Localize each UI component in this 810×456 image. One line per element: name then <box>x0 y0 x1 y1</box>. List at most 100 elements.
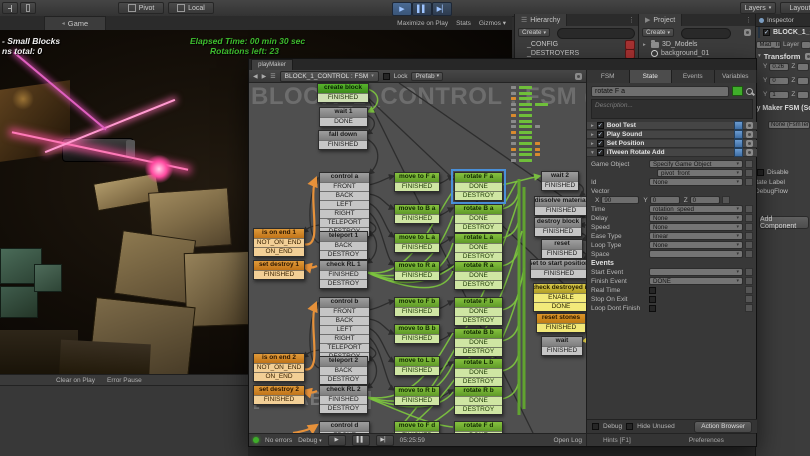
fsm-transition-done[interactable]: DONE <box>534 302 586 311</box>
panel-tab-events[interactable]: Events <box>672 70 715 83</box>
fsm-transition-finished[interactable]: FINISHED <box>320 395 367 404</box>
field-mini-button[interactable] <box>745 160 753 168</box>
fsm-node-move-to-R-b[interactable]: move to R b FINISHED <box>394 386 440 406</box>
fsm-transition-finished[interactable]: FINISHED <box>542 249 582 258</box>
gameobject-name[interactable]: BLOCK_1_CONTROL <box>773 29 810 36</box>
fsm-transition-right[interactable]: RIGHT <box>320 209 369 218</box>
pivot-button[interactable]: Pivot <box>118 2 164 14</box>
fsm-transition-finished[interactable]: FINISHED <box>254 395 304 404</box>
layer-dropdown[interactable] <box>801 40 810 49</box>
fsm-play-button[interactable]: ▶ <box>327 434 346 446</box>
field-dropdown[interactable]: ▾ <box>649 268 743 276</box>
field-checkbox[interactable] <box>649 304 656 312</box>
fsm-node-rotate-F-b[interactable]: rotate F b DONE DESTROY <box>454 297 503 326</box>
field-dropdown[interactable]: None ▾ <box>649 223 743 231</box>
fsm-node-set-destroy-2[interactable]: set destroy 2 FINISHED <box>253 385 305 405</box>
panel-tab-fsm[interactable]: FSM <box>587 70 630 83</box>
stats-toggle[interactable]: Stats <box>456 20 471 27</box>
axis-y-field[interactable]: 0 <box>769 76 790 85</box>
axis-y-field[interactable]: 0.26 <box>769 62 790 71</box>
axis-y-field[interactable]: 0 <box>649 196 680 204</box>
action-row-bool-test[interactable]: ▸ Bool Test <box>587 121 757 130</box>
fsm-transition-left[interactable]: LEFT <box>320 200 369 209</box>
fsm-transition-finished[interactable]: FINISHED <box>319 140 367 149</box>
tag-dropdown[interactable]: Mad_Tiles <box>756 40 782 49</box>
fsm-transition-finished[interactable]: FINISHED <box>395 334 439 343</box>
fsm-node-rotate-R-b[interactable]: rotate R b DONE DESTROY <box>454 386 503 415</box>
debug-dropdown[interactable]: Debug ▾ <box>298 437 321 444</box>
fsm-transition-finished[interactable]: FINISHED <box>318 93 368 102</box>
lock-checkbox[interactable] <box>382 72 390 80</box>
fsm-node-rotate-L-b[interactable]: rotate L b DONE DESTROY <box>454 358 503 387</box>
nav-back-icon[interactable]: ◀ <box>253 73 258 80</box>
field-mini-button[interactable] <box>745 295 753 303</box>
hide-unused-checkbox[interactable] <box>626 423 634 430</box>
axis-y-field[interactable]: 1 <box>769 90 790 99</box>
fsm-node-rotate-B-b[interactable]: rotate B b DONE DESTROY <box>454 328 503 357</box>
fsm-node-move-to-L-a[interactable]: move to L a FINISHED <box>394 233 440 253</box>
local-button[interactable]: Local <box>168 2 214 14</box>
fsm-transition-back[interactable]: BACK <box>320 191 369 200</box>
field-mini-button[interactable] <box>745 205 753 213</box>
fsm-transition-done[interactable]: DONE <box>455 182 502 191</box>
action-row-play-sound[interactable]: ▸ Play Sound <box>587 130 757 139</box>
fsm-node-wait[interactable]: wait FINISHED <box>541 336 583 356</box>
fsm-node-check-destroyed-in[interactable]: check destroyed inENABLEDONE <box>533 283 586 312</box>
fsm-node-teleport-2[interactable]: teleport 2 BACK DESTROY <box>319 356 368 385</box>
fsm-transition-on_end[interactable]: ON_END <box>254 247 304 256</box>
state-color-swatch[interactable] <box>732 86 743 96</box>
fsm-transition-finished[interactable]: FINISHED <box>320 270 367 279</box>
step-button[interactable]: ▶▏ <box>432 2 452 16</box>
axis-x-field[interactable]: 90 <box>601 196 640 204</box>
fsm-transition-finished[interactable]: FINISHED <box>395 182 439 191</box>
fsm-node-rotate-F-d[interactable]: rotate F dDONE <box>454 421 503 433</box>
action-gear-icon[interactable] <box>746 131 753 138</box>
field-mini-button[interactable] <box>745 268 753 276</box>
fsm-transition-destroy[interactable]: DESTROY <box>320 250 367 259</box>
fsm-node-wait-1[interactable]: wait 1 DONE <box>319 107 368 127</box>
preferences-button[interactable]: Preferences <box>689 437 724 444</box>
fsm-step-button[interactable]: ▶▏ <box>375 434 394 446</box>
fsm-transition-left[interactable]: LEFT <box>320 325 369 334</box>
fsm-transition-finished[interactable]: FINISHED <box>395 307 439 316</box>
fsm-transition-finished[interactable]: FINISHED <box>542 181 578 190</box>
action-enabled-checkbox[interactable] <box>596 149 604 156</box>
fsm-transition-back[interactable]: BACK <box>320 366 367 375</box>
project-search-input[interactable] <box>681 28 731 39</box>
fsm-transition-finished[interactable]: FINISHED <box>542 346 582 355</box>
fsm-transition-done[interactable]: DONE <box>455 368 502 377</box>
field-dropdown[interactable]: None ▾ <box>649 214 743 222</box>
fsm-node-reset[interactable]: reset FINISHED <box>541 239 583 259</box>
field-mini-button[interactable] <box>745 223 753 231</box>
fsm-transition-destroy[interactable]: DESTROY <box>455 377 502 386</box>
fsm-transition-destroy[interactable]: DESTROY <box>320 404 367 413</box>
fsm-node-reset-stones[interactable]: reset stones FINISHED <box>536 313 586 333</box>
field-mini-button[interactable] <box>745 304 753 312</box>
panel-tab-state[interactable]: State <box>629 70 672 83</box>
fsm-transition-teleport[interactable]: TELEPORT <box>320 343 369 352</box>
fsm-transition-destroy[interactable]: DESTROY <box>320 279 367 288</box>
field-mini-button[interactable] <box>745 169 753 177</box>
field-mini-button[interactable] <box>745 277 753 285</box>
fsm-transition-finished[interactable]: FINISHED <box>395 243 439 252</box>
field-checkbox[interactable] <box>649 286 656 294</box>
play-button[interactable]: ▶ <box>392 2 412 16</box>
field-mini-button[interactable] <box>745 241 753 249</box>
fsm-node-control-a[interactable]: control aFRONTBACKLEFTRIGHTTELEPORTDESTR… <box>319 172 370 237</box>
project-item-3D_Models[interactable]: ▸ 3D_Models <box>643 39 752 49</box>
fsm-transition-done[interactable]: DONE <box>455 243 502 252</box>
fsm-transition-done[interactable]: DONE <box>320 117 367 126</box>
axis-z-field[interactable] <box>797 62 810 71</box>
fsm-graph-canvas[interactable]: BLOCK_1_CONTROL : FSM (Prefab) [DISABLED… <box>249 83 586 433</box>
fsm-selector-dropdown[interactable]: BLOCK_1_CONTROL : FSM ▾ <box>279 70 379 82</box>
tab-hierarchy[interactable]: ☰ Hierarchy <box>515 14 568 26</box>
fsm-node-wait-2[interactable]: wait 2 FINISHED <box>541 171 579 191</box>
disable-checkbox[interactable] <box>757 169 764 176</box>
fsm-transition-finished[interactable]: FINISHED <box>531 269 586 278</box>
field-mini-button[interactable] <box>745 178 753 186</box>
fsm-transition-destroy[interactable]: DESTROY <box>320 375 367 384</box>
field-dropdown[interactable]: linear ▾ <box>649 232 743 240</box>
fsm-node-control-d[interactable]: control dFRONT <box>319 421 370 433</box>
action-browser-button[interactable]: Action Browser <box>694 420 752 433</box>
fsm-transition-finished[interactable]: FINISHED <box>535 227 581 236</box>
